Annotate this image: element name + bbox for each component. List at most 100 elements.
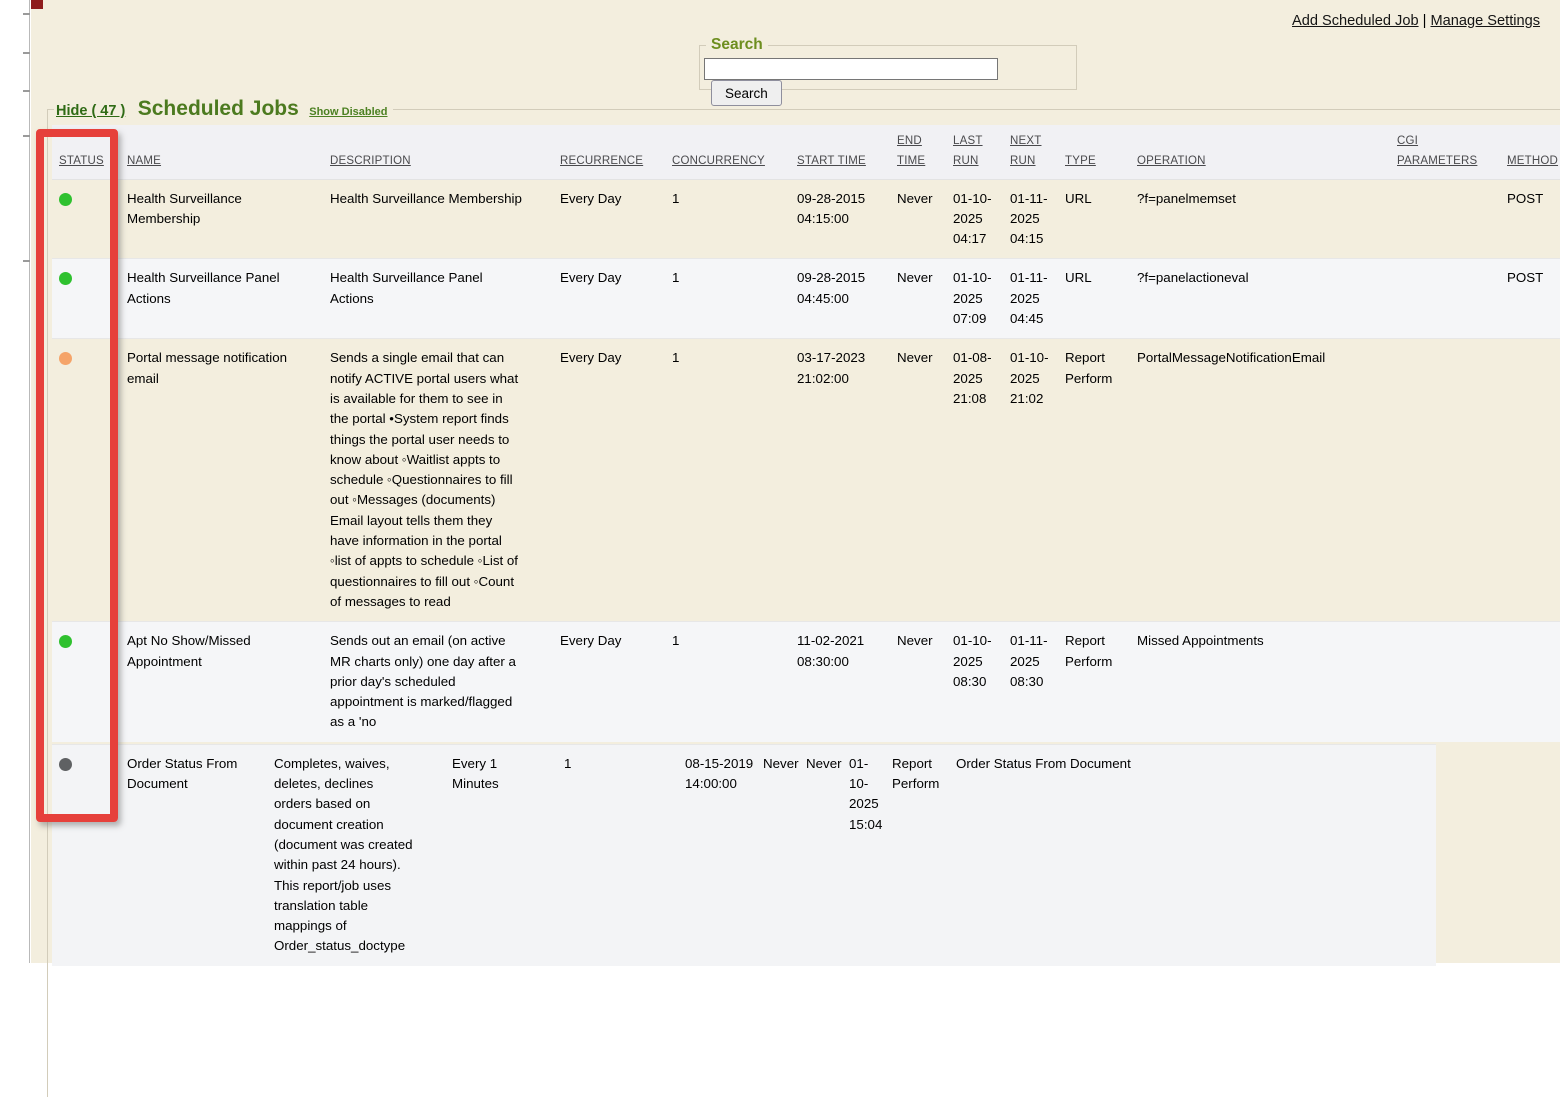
top-action-links: Add Scheduled Job | Manage Settings	[1292, 13, 1540, 29]
status-cell	[52, 339, 127, 622]
column-header-recurrence: RECURRENCE	[560, 125, 672, 179]
job-name-cell: Health Surveillance Membership	[127, 179, 330, 259]
recurrence-cell: Every Day	[560, 339, 672, 622]
sort-link-type[interactable]: TYPE	[1065, 155, 1096, 167]
ruler-tick	[23, 135, 30, 137]
search-panel: Search Search	[699, 36, 1077, 90]
concurrency-cell: 1	[672, 179, 797, 259]
manage-settings-link[interactable]: Manage Settings	[1431, 13, 1541, 29]
sort-link-start_time[interactable]: START TIME	[797, 155, 866, 167]
job-description-cell: Sends a single email that can notify ACT…	[330, 339, 560, 622]
sort-link-recurrence[interactable]: RECURRENCE	[560, 155, 643, 167]
job-description-cell: Sends out an email (on active MR charts …	[330, 622, 560, 742]
cgi-parameters-cell	[1397, 179, 1507, 259]
job-name-cell: Order Status From Document	[127, 744, 274, 965]
operation-cell: PortalMessageNotificationEmail	[1137, 339, 1397, 622]
scheduled-jobs-table-secondary: Order Status From Document Completes, wa…	[52, 744, 1436, 966]
start-time-cell: 08-15-2019 14:00:00	[685, 744, 763, 965]
concurrency-cell: 1	[672, 259, 797, 339]
next-run-cell: 01-11-2025 08:30	[1010, 622, 1065, 742]
job-description-cell: Health Surveillance Membership	[330, 179, 560, 259]
type-cell: Report Perform	[1065, 622, 1137, 742]
hide-count-link[interactable]: Hide ( 47 )	[56, 103, 125, 119]
gray-status-dot	[59, 758, 72, 771]
column-header-next_run: NEXT RUN	[1010, 125, 1065, 179]
job-name-cell: Health Surveillance Panel Actions	[127, 259, 330, 339]
operation-cell: Missed Appointments	[1137, 622, 1397, 742]
last-run-cell: Never	[806, 744, 849, 965]
column-header-operation: OPERATION	[1137, 125, 1397, 179]
scheduled-jobs-panel: Hide ( 47 ) Scheduled Jobs Show Disabled…	[47, 97, 1560, 1097]
column-header-name: NAME	[127, 125, 330, 179]
sort-link-operation[interactable]: OPERATION	[1137, 155, 1206, 167]
last-run-cell: 01-08-2025 21:08	[953, 339, 1010, 622]
show-disabled-link[interactable]: Show Disabled	[309, 106, 387, 118]
search-panel-legend: Search	[706, 36, 768, 54]
next-run-cell: 01-10-2025 15:04	[849, 744, 892, 965]
table-row: Health Surveillance Membership Health Su…	[52, 179, 1560, 259]
table-row: Apt No Show/Missed Appointment Sends out…	[52, 622, 1560, 742]
add-scheduled-job-link[interactable]: Add Scheduled Job	[1292, 13, 1419, 29]
last-run-cell: 01-10-2025 08:30	[953, 622, 1010, 742]
start-time-cell: 09-28-2015 04:15:00	[797, 179, 897, 259]
status-cell	[52, 179, 127, 259]
green-status-dot	[59, 635, 72, 648]
cgi-parameters-cell	[1397, 339, 1507, 622]
job-description-cell: Completes, waives, deletes, declines ord…	[274, 744, 452, 965]
type-cell: Report Perform	[1065, 339, 1137, 622]
end-time-cell: Never	[897, 259, 953, 339]
sort-link-last_run[interactable]: LAST RUN	[953, 135, 983, 167]
search-button[interactable]: Search	[711, 80, 782, 106]
operation-cell: ?f=panelactioneval	[1137, 259, 1397, 339]
recurrence-cell: Every 1 Minutes	[452, 744, 564, 965]
column-header-start_time: START TIME	[797, 125, 897, 179]
sort-link-name[interactable]: NAME	[127, 155, 161, 167]
cgi-parameters-cell	[1256, 744, 1356, 965]
operation-cell: ?f=panelmemset	[1137, 179, 1397, 259]
start-time-cell: 03-17-2023 21:02:00	[797, 339, 897, 622]
column-header-cgi_parameters: CGI PARAMETERS	[1397, 125, 1507, 179]
sort-link-end_time[interactable]: END TIME	[897, 135, 925, 167]
sort-link-cgi_parameters[interactable]: CGI PARAMETERS	[1397, 135, 1477, 167]
sort-link-description[interactable]: DESCRIPTION	[330, 155, 411, 167]
last-run-cell: 01-10-2025 04:17	[953, 179, 1010, 259]
column-header-type: TYPE	[1065, 125, 1137, 179]
cgi-parameters-cell	[1397, 259, 1507, 339]
table-row: Health Surveillance Panel Actions Health…	[52, 259, 1560, 339]
column-header-description: DESCRIPTION	[330, 125, 560, 179]
ruler-tick	[23, 52, 30, 54]
recurrence-cell: Every Day	[560, 622, 672, 742]
sort-link-concurrency[interactable]: CONCURRENCY	[672, 155, 765, 167]
ruler-tick	[23, 260, 30, 262]
type-cell: URL	[1065, 179, 1137, 259]
end-time-cell: Never	[897, 179, 953, 259]
method-cell	[1507, 622, 1560, 742]
sort-link-status[interactable]: STATUS	[59, 155, 104, 167]
job-name-cell: Apt No Show/Missed Appointment	[127, 622, 330, 742]
column-header-concurrency: CONCURRENCY	[672, 125, 797, 179]
orange-status-dot	[59, 352, 72, 365]
concurrency-cell: 1	[672, 339, 797, 622]
method-cell: POST	[1507, 179, 1560, 259]
search-input[interactable]	[704, 58, 998, 80]
table-header-row: STATUS NAME DESCRIPTION RECURRENCE CONCURREN…	[52, 125, 1560, 179]
sort-link-method[interactable]: METHOD	[1507, 155, 1558, 167]
green-status-dot	[59, 272, 72, 285]
type-cell: URL	[1065, 259, 1137, 339]
next-run-cell: 01-10-2025 21:02	[1010, 339, 1065, 622]
status-cell	[52, 622, 127, 742]
scheduled-jobs-legend: Hide ( 47 ) Scheduled Jobs Show Disabled	[54, 97, 393, 121]
left-ruler	[0, 0, 30, 963]
start-time-cell: 09-28-2015 04:45:00	[797, 259, 897, 339]
link-separator: |	[1423, 13, 1427, 29]
method-cell: POST	[1507, 259, 1560, 339]
sort-link-next_run[interactable]: NEXT RUN	[1010, 135, 1041, 167]
method-cell	[1507, 339, 1560, 622]
job-name-cell: Portal message notification email	[127, 339, 330, 622]
ruler-tick	[23, 13, 30, 15]
status-cell	[52, 744, 127, 965]
recurrence-cell: Every Day	[560, 259, 672, 339]
column-header-status: STATUS	[52, 125, 127, 179]
recurrence-cell: Every Day	[560, 179, 672, 259]
concurrency-cell: 1	[564, 744, 685, 965]
